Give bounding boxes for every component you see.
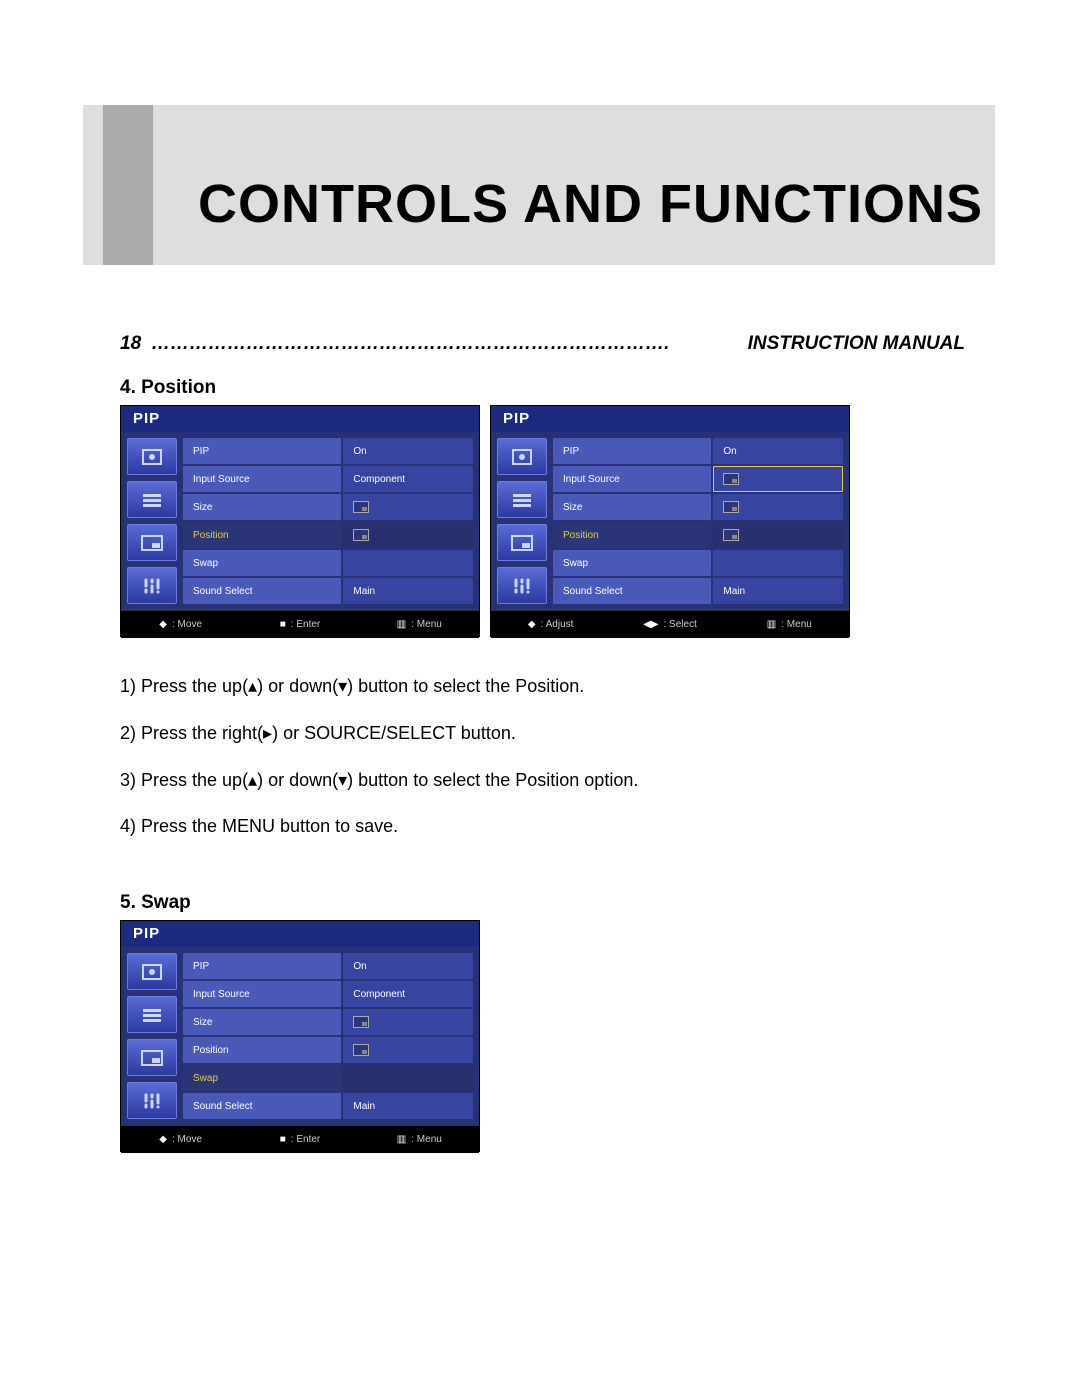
banner-stripe bbox=[103, 105, 153, 265]
menu-icon: ▥ bbox=[767, 619, 776, 630]
position-icon bbox=[353, 1044, 369, 1056]
footer-enter: : Enter bbox=[291, 619, 320, 630]
position-icon bbox=[723, 473, 739, 485]
nav-pip-icon bbox=[127, 1039, 177, 1076]
row-sound-select: Sound SelectMain bbox=[183, 1093, 473, 1119]
page-number: 18 bbox=[120, 333, 141, 355]
nav-setup-icon bbox=[127, 567, 177, 604]
footer-move: : Move bbox=[172, 619, 202, 630]
row-position: Position bbox=[183, 1037, 473, 1063]
row-size: Size bbox=[183, 1009, 473, 1035]
nav-channel-icon bbox=[127, 996, 177, 1033]
page-header-row: 18 ………………………………………………………………………. INSTRUCT… bbox=[120, 333, 965, 355]
manual-name: INSTRUCTION MANUAL bbox=[748, 333, 965, 355]
size-icon bbox=[723, 501, 739, 513]
updown-icon: ◆ bbox=[528, 619, 536, 630]
row-swap: Swap bbox=[553, 550, 843, 576]
step-3: 3) Press the up(▴) or down(▾) button to … bbox=[120, 757, 965, 804]
osd-side-nav bbox=[121, 432, 183, 610]
osd-side-nav bbox=[491, 432, 553, 610]
position-icon bbox=[353, 529, 369, 541]
row-swap: Swap bbox=[183, 550, 473, 576]
row-pip: PIPOn bbox=[553, 438, 843, 464]
osd-screenshot-position-right: PIP PIPOn Input Source Size Position Swa… bbox=[490, 405, 850, 637]
step-4: 4) Press the MENU button to save. bbox=[120, 803, 965, 850]
osd-title: PIP bbox=[491, 406, 849, 432]
nav-setup-icon bbox=[127, 1082, 177, 1119]
osd-footer: ◆ : Move ■ : Enter ▥ : Menu bbox=[121, 1125, 479, 1153]
osd-side-nav bbox=[121, 947, 183, 1125]
chapter-title: CONTROLS AND FUNCTIONS bbox=[198, 173, 983, 235]
row-input-source: Input SourceComponent bbox=[183, 466, 473, 492]
footer-menu: : Menu bbox=[411, 1134, 442, 1145]
nav-pip-icon bbox=[127, 524, 177, 561]
size-icon bbox=[353, 1016, 369, 1028]
square-icon: ■ bbox=[280, 619, 286, 630]
osd-options: PIPOn Input Source Size Position Swap So… bbox=[553, 432, 849, 610]
osd-title: PIP bbox=[121, 406, 479, 432]
row-swap: Swap bbox=[183, 1065, 473, 1091]
nav-picture-icon bbox=[127, 438, 177, 475]
menu-icon: ▥ bbox=[397, 1134, 406, 1145]
osd-screenshot-swap: PIP PIPOn Input SourceComponent Size Pos… bbox=[120, 920, 480, 1152]
footer-move: : Move bbox=[172, 1134, 202, 1145]
square-icon: ■ bbox=[280, 1134, 286, 1145]
row-size: Size bbox=[553, 494, 843, 520]
osd-options: PIPOn Input SourceComponent Size Positio… bbox=[183, 947, 479, 1125]
row-sound-select: Sound SelectMain bbox=[183, 578, 473, 604]
osd-footer: ◆ : Move ■ : Enter ▥ : Menu bbox=[121, 610, 479, 638]
row-pip: PIPOn bbox=[183, 953, 473, 979]
footer-adjust: : Adjust bbox=[541, 619, 574, 630]
footer-enter: : Enter bbox=[291, 1134, 320, 1145]
nav-channel-icon bbox=[497, 481, 547, 518]
step-1: 1) Press the up(▴) or down(▾) button to … bbox=[120, 663, 965, 710]
updown-icon: ◆ bbox=[159, 619, 167, 630]
nav-setup-icon bbox=[497, 567, 547, 604]
row-size: Size bbox=[183, 494, 473, 520]
row-sound-select: Sound SelectMain bbox=[553, 578, 843, 604]
position-icon bbox=[723, 529, 739, 541]
updown-icon: ◆ bbox=[159, 1134, 167, 1145]
size-icon bbox=[353, 501, 369, 513]
section-heading-position: 4. Position bbox=[120, 377, 965, 399]
footer-menu: : Menu bbox=[781, 619, 812, 630]
row-position: Position bbox=[553, 522, 843, 548]
nav-channel-icon bbox=[127, 481, 177, 518]
footer-select: : Select bbox=[664, 619, 697, 630]
leftright-icon: ◀▶ bbox=[643, 619, 658, 630]
nav-picture-icon bbox=[127, 953, 177, 990]
osd-options: PIPOn Input SourceComponent Size Positio… bbox=[183, 432, 479, 610]
osd-title: PIP bbox=[121, 921, 479, 947]
nav-pip-icon bbox=[497, 524, 547, 561]
instruction-steps: 1) Press the up(▴) or down(▾) button to … bbox=[120, 663, 965, 850]
osd-footer: ◆ : Adjust ◀▶ : Select ▥ : Menu bbox=[491, 610, 849, 638]
footer-menu: : Menu bbox=[411, 619, 442, 630]
row-pip: PIPOn bbox=[183, 438, 473, 464]
row-input-source: Input SourceComponent bbox=[183, 981, 473, 1007]
menu-icon: ▥ bbox=[397, 619, 406, 630]
nav-picture-icon bbox=[497, 438, 547, 475]
chapter-banner: CONTROLS AND FUNCTIONS bbox=[83, 105, 995, 265]
row-input-source: Input Source bbox=[553, 466, 843, 492]
leader-dots: ………………………………………………………………………. bbox=[151, 333, 669, 355]
row-position: Position bbox=[183, 522, 473, 548]
section-heading-swap: 5. Swap bbox=[120, 892, 965, 914]
osd-screenshot-position-left: PIP PIPOn Input SourceComponent Size Pos… bbox=[120, 405, 480, 637]
step-2: 2) Press the right(▸) or SOURCE/SELECT b… bbox=[120, 710, 965, 757]
